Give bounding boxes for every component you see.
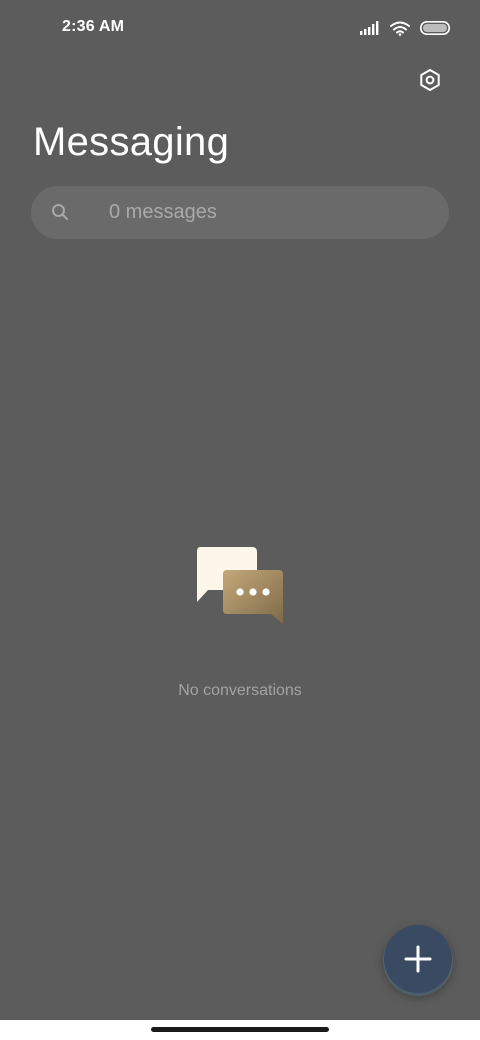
messaging-screen: 2:36 AM Messaging 0 messages No conversa… [0,0,480,1040]
battery-icon [420,21,450,35]
settings-button[interactable] [412,62,448,98]
search-bar[interactable] [31,186,449,239]
status-time: 2:36 AM [62,18,125,35]
navigation-bar [0,1020,480,1040]
search-icon [52,204,68,220]
home-indicator[interactable] [151,1027,329,1032]
wifi-icon [390,21,410,36]
status-bar: 2:36 AM [0,0,480,56]
empty-state-message: No conversations [178,682,302,699]
settings-icon [420,69,440,91]
plus-icon [404,945,432,973]
chat-bubbles-icon [197,547,283,624]
status-icons [360,18,450,38]
signal-icon [360,21,379,35]
search-input[interactable] [109,186,429,239]
page-title: Messaging [33,120,230,164]
new-conversation-button[interactable] [384,925,452,993]
